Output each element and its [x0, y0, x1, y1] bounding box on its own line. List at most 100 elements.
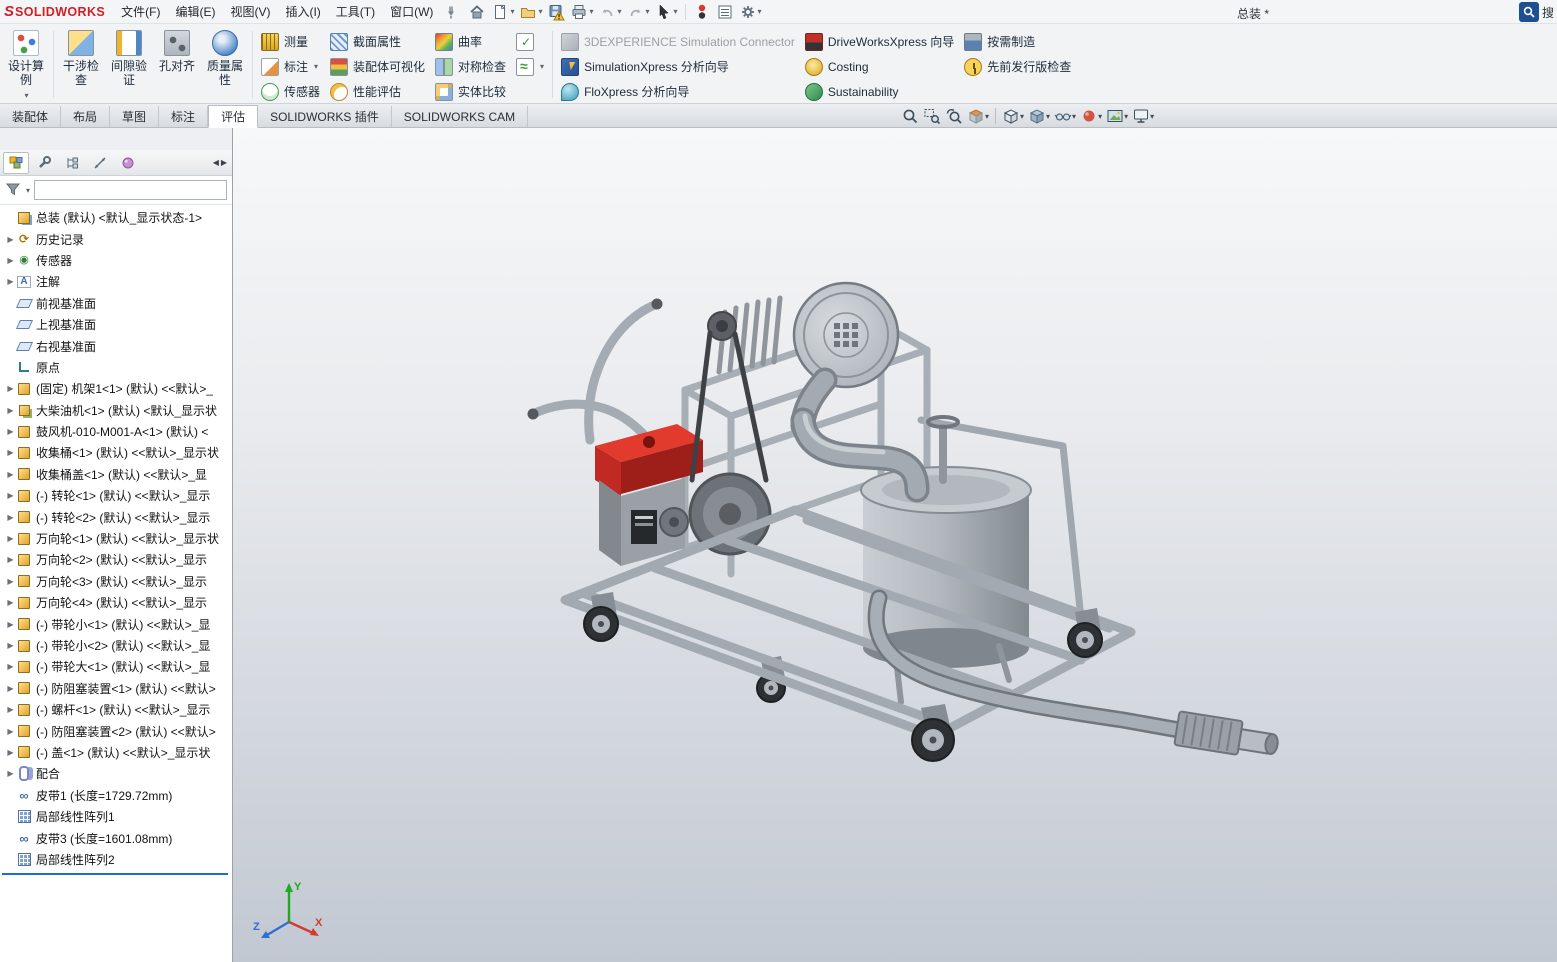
redo-button[interactable]: ▾ [625, 2, 652, 22]
zoom-area-icon[interactable] [922, 106, 942, 126]
home-button[interactable] [466, 2, 488, 22]
expand-arrow-icon[interactable]: ▶ [5, 277, 16, 286]
scroll-left-icon[interactable]: ◀ [213, 158, 219, 167]
tree-item-small-pulley-1[interactable]: ▶ (-) 带轮小<1> (默认) <<默认>_显 [0, 613, 232, 634]
hole-alignment-button[interactable]: 孔对齐 [153, 27, 201, 102]
tree-item-cover[interactable]: ▶ (-) 盖<1> (默认) <<默认>_显示状 [0, 742, 232, 763]
expand-arrow-icon[interactable]: ▶ [5, 256, 16, 265]
tree-item-screw[interactable]: ▶ (-) 螺杆<1> (默认) <<默认>_显示 [0, 699, 232, 720]
tree-item-belt3[interactable]: ▶皮带3 (长度=1601.08mm) [0, 827, 232, 848]
tree-item-bucket-lid[interactable]: ▶ 收集桶盖<1> (默认) <<默认>_显 [0, 464, 232, 485]
expand-arrow-icon[interactable]: ▶ [5, 598, 16, 607]
expand-arrow-icon[interactable]: ▶ [5, 555, 16, 564]
task-list-button[interactable] [714, 2, 736, 22]
previous-release-check-button[interactable]: 先前发行版检查 [959, 56, 1076, 77]
tree-item-caster-2[interactable]: ▶ 万向轮<2> (默认) <<默认>_显示 [0, 549, 232, 570]
expand-arrow-icon[interactable]: ▶ [5, 513, 16, 522]
tree-item-pattern2[interactable]: ▶局部线性阵列2 [0, 849, 232, 870]
menu-file[interactable]: 文件(F) [114, 0, 167, 23]
mass-properties-button[interactable]: 质量属性 [201, 27, 249, 102]
display-manager-tab[interactable] [115, 152, 141, 174]
view-orientation-icon[interactable]: ▾ [1001, 106, 1025, 126]
tree-item-root[interactable]: ▶总装 (默认) <默认_显示状态-1> [0, 207, 232, 228]
manufacture-on-demand-button[interactable]: 按需制造 [959, 31, 1076, 52]
undo-button[interactable]: ▾ [596, 2, 623, 22]
hide-show-items-icon[interactable]: ▾ [1053, 106, 1077, 126]
3d-model-assembly[interactable] [233, 128, 1557, 962]
expand-arrow-icon[interactable]: ▶ [5, 491, 16, 500]
expand-arrow-icon[interactable]: ▶ [5, 577, 16, 586]
tree-item-collection-bucket[interactable]: ▶ 收集桶<1> (默认) <<默认>_显示状 [0, 442, 232, 463]
expand-arrow-icon[interactable]: ▶ [5, 727, 16, 736]
expand-arrow-icon[interactable]: ▶ [5, 427, 16, 436]
feature-manager-tab[interactable] [3, 151, 29, 174]
menu-window[interactable]: 窗口(W) [383, 0, 440, 23]
apply-scene-icon[interactable]: ▾ [1105, 106, 1129, 126]
rollback-bar[interactable] [2, 873, 228, 876]
tree-item-pattern1[interactable]: ▶局部线性阵列1 [0, 806, 232, 827]
tree-item-right-plane[interactable]: ▶右视基准面 [0, 335, 232, 356]
curvature-button[interactable]: 曲率 [430, 31, 511, 52]
floxpress-button[interactable]: FloXpress 分析向导 [556, 81, 800, 102]
property-manager-tab[interactable] [31, 152, 57, 174]
tab-solidworks-cam[interactable]: SOLIDWORKS CAM [392, 106, 529, 127]
tree-item-caster-4[interactable]: ▶ 万向轮<4> (默认) <<默认>_显示 [0, 592, 232, 613]
dimxpert-manager-tab[interactable] [87, 152, 113, 174]
expand-arrow-icon[interactable]: ▶ [5, 406, 16, 415]
markup-button[interactable]: 标注 ▾ [256, 56, 325, 77]
tree-filter-input[interactable] [34, 180, 227, 200]
tree-item-top-plane[interactable]: ▶上视基准面 [0, 314, 232, 335]
measure-button[interactable]: 测量 [256, 31, 325, 52]
expand-arrow-icon[interactable]: ▶ [5, 705, 16, 714]
clearance-verify-button[interactable]: 间隙验证 [105, 27, 153, 102]
expand-arrow-icon[interactable]: ▶ [5, 662, 16, 671]
menu-edit[interactable]: 编辑(E) [168, 0, 222, 23]
interference-check-button[interactable]: 干涉检查 [57, 27, 105, 102]
options-gear-button[interactable]: ▾ [737, 2, 764, 22]
geometry-analysis-button[interactable]: ▾ [511, 56, 549, 77]
rebuild-icon[interactable] [691, 2, 713, 22]
sustainability-button[interactable]: Sustainability [800, 81, 959, 102]
expand-arrow-icon[interactable]: ▶ [5, 470, 16, 479]
tab-markup[interactable]: 标注 [159, 106, 209, 127]
tab-sketch[interactable]: 草图 [110, 106, 160, 127]
filter-funnel-icon[interactable] [5, 181, 21, 200]
print-button[interactable]: ▾ [568, 2, 595, 22]
menu-view[interactable]: 视图(V) [223, 0, 277, 23]
assembly-visualization-button[interactable]: 装配体可视化 [325, 56, 430, 77]
configuration-manager-tab[interactable] [59, 152, 85, 174]
expand-arrow-icon[interactable]: ▶ [5, 748, 16, 757]
tree-item-history[interactable]: ▶历史记录 [0, 228, 232, 249]
section-properties-button[interactable]: 截面属性 [325, 31, 430, 52]
simulationxpress-button[interactable]: SimulationXpress 分析向导 [556, 56, 800, 77]
tree-item-annotations[interactable]: ▶注解 [0, 271, 232, 292]
tree-item-sensors[interactable]: ▶传感器 [0, 250, 232, 271]
save-button-with-warning[interactable] [545, 2, 567, 22]
expand-arrow-icon[interactable]: ▶ [5, 235, 16, 244]
previous-view-icon[interactable] [944, 106, 964, 126]
pin-menu-icon[interactable] [441, 3, 461, 21]
expand-arrow-icon[interactable]: ▶ [5, 684, 16, 693]
tree-item-frame[interactable]: ▶ (固定) 机架1<1> (默认) <<默认>_ [0, 378, 232, 399]
tree-item-mates[interactable]: ▶ 配合 [0, 763, 232, 784]
menu-insert[interactable]: 插入(I) [278, 0, 327, 23]
tree-item-big-pulley[interactable]: ▶ (-) 带轮大<1> (默认) <<默认>_显 [0, 656, 232, 677]
tree-item-runner-wheel-1[interactable]: ▶ (-) 转轮<1> (默认) <<默认>_显示 [0, 485, 232, 506]
expand-arrow-icon[interactable]: ▶ [5, 769, 16, 778]
tree-item-origin[interactable]: ▶原点 [0, 357, 232, 378]
graphics-viewport[interactable]: Y X Z [233, 128, 1557, 962]
view-settings-icon[interactable]: ▾ [1131, 106, 1155, 126]
expand-arrow-icon[interactable]: ▶ [5, 448, 16, 457]
tree-item-anti-clog-2[interactable]: ▶ (-) 防阻塞装置<2> (默认) <<默认> [0, 720, 232, 741]
panel-tab-scroll[interactable]: ◀ ▶ [213, 158, 229, 167]
costing-button[interactable]: Costing [800, 56, 959, 77]
command-search[interactable]: 搜 [1517, 1, 1557, 23]
sensor-button[interactable]: 传感器 [256, 81, 325, 102]
tab-layout[interactable]: 布局 [61, 106, 111, 127]
design-study-button[interactable]: 设计算例 ▾ [2, 27, 50, 102]
tree-item-caster-3[interactable]: ▶ 万向轮<3> (默认) <<默认>_显示 [0, 571, 232, 592]
tree-item-blower[interactable]: ▶ 鼓风机-010-M001-A<1> (默认) < [0, 421, 232, 442]
performance-evaluation-button[interactable]: 性能评估 [325, 81, 430, 102]
menu-tools[interactable]: 工具(T) [329, 0, 382, 23]
filter-caret[interactable]: ▾ [26, 186, 30, 195]
